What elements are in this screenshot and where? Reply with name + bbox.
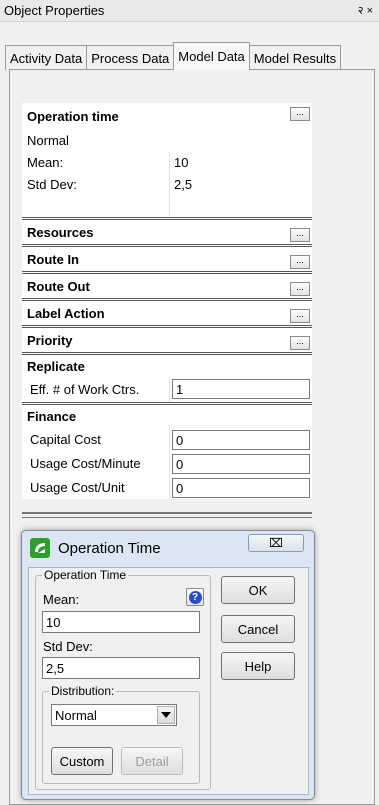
grid-bottom-divider [22,512,312,518]
operation-time-group-label: Operation Time [44,568,127,582]
resources-label: Resources [27,224,94,240]
grid-row-capital-cost: Capital Cost 0 [22,427,312,451]
dialog-stddev-label: Std Dev: [43,639,93,654]
finance-label: Finance [27,408,77,424]
stddev-value: 2,5 [174,176,193,192]
grid-row-mean: Mean: 10 [22,151,312,173]
pin-icon[interactable]: २ × [358,3,373,18]
tab-model-data[interactable]: Model Data [173,42,250,70]
distribution-value: Normal [27,132,69,148]
replicate-label: Replicate [27,358,85,374]
label-action-label: Label Action [27,305,105,321]
usage-cost-unit-label: Usage Cost/Unit [22,475,170,499]
grid-row-usage-cost-minute: Usage Cost/Minute 0 [22,451,312,475]
mean-label: Mean: [22,151,170,173]
usage-cost-unit-input[interactable]: 0 [172,478,310,498]
ok-button[interactable]: OK [221,576,295,604]
distribution-select[interactable]: Normal [51,704,177,726]
help-button[interactable]: Help [221,652,295,680]
dialog-body: Operation Time Mean: ? 10 Std Dev: 2,5 D… [28,567,309,795]
operation-time-dialog: Operation Time ⌧ Operation Time Mean: ? … [21,530,315,800]
grid-row-operation-time[interactable]: Operation time ... [22,103,312,129]
route-in-ellipsis-button[interactable]: ... [290,255,310,269]
operation-time-label: Operation time [27,108,119,124]
grid-row-label-action[interactable]: Label Action ... [22,298,312,325]
dialog-title: Operation Time [58,539,161,557]
grid-row-route-in[interactable]: Route In ... [22,244,312,271]
operation-time-ellipsis-button[interactable]: ... [290,107,310,121]
resources-ellipsis-button[interactable]: ... [290,228,310,242]
dialog-mean-label: Mean: [43,592,80,607]
grid-row-finance: Finance [22,402,312,427]
priority-ellipsis-button[interactable]: ... [290,336,310,350]
route-out-label: Route Out [27,278,90,294]
panel-title: Object Properties [4,3,105,18]
distribution-label: Distribution: [51,684,115,698]
grid-row-eff-work-ctrs: Eff. # of Work Ctrs. 1 [22,377,312,402]
cancel-button[interactable]: Cancel [221,615,295,643]
capital-cost-label: Capital Cost [22,427,170,451]
priority-label: Priority [27,332,73,348]
panel-titlebar: Object Properties २ × [0,0,379,22]
usage-cost-minute-label: Usage Cost/Minute [22,451,170,475]
stddev-label: Std Dev: [22,173,170,195]
route-out-ellipsis-button[interactable]: ... [290,282,310,296]
property-grid: Operation time ... Normal Mean: 10 Std D… [22,103,312,499]
grid-row-priority[interactable]: Priority ... [22,325,312,352]
label-action-ellipsis-button[interactable]: ... [290,309,310,323]
dialog-stddev-input[interactable]: 2,5 [42,657,200,679]
grid-row-stddev: Std Dev: 2,5 [22,173,312,195]
help-icon[interactable]: ? [186,588,204,606]
eff-work-ctrs-input[interactable]: 1 [172,379,310,399]
eff-work-ctrs-label: Eff. # of Work Ctrs. [22,377,170,402]
route-in-label: Route In [27,251,79,267]
dialog-titlebar: Operation Time [30,538,161,558]
custom-button[interactable]: Custom [51,747,113,775]
tab-strip: Activity Data Process Data Model Data Mo… [5,42,342,70]
tab-model-results[interactable]: Model Results [248,45,342,70]
app-logo-icon [30,538,50,558]
distribution-selected-value: Normal [55,707,97,723]
usage-cost-minute-input[interactable]: 0 [172,454,310,474]
tab-process-data[interactable]: Process Data [86,45,175,70]
grid-row-route-out[interactable]: Route Out ... [22,271,312,298]
grid-row-blank [22,195,312,217]
grid-row-resources[interactable]: Resources ... [22,217,312,244]
tab-activity-data[interactable]: Activity Data [5,45,88,70]
grid-row-distribution: Normal [22,129,312,151]
mean-value: 10 [174,154,189,170]
dialog-mean-input[interactable]: 10 [42,611,200,633]
close-icon[interactable]: ⌧ [248,534,304,552]
capital-cost-input[interactable]: 0 [172,430,310,450]
chevron-down-icon[interactable] [157,706,175,724]
detail-button: Detail [121,747,183,775]
grid-row-replicate: Replicate [22,352,312,377]
grid-row-usage-cost-unit: Usage Cost/Unit 0 [22,475,312,499]
